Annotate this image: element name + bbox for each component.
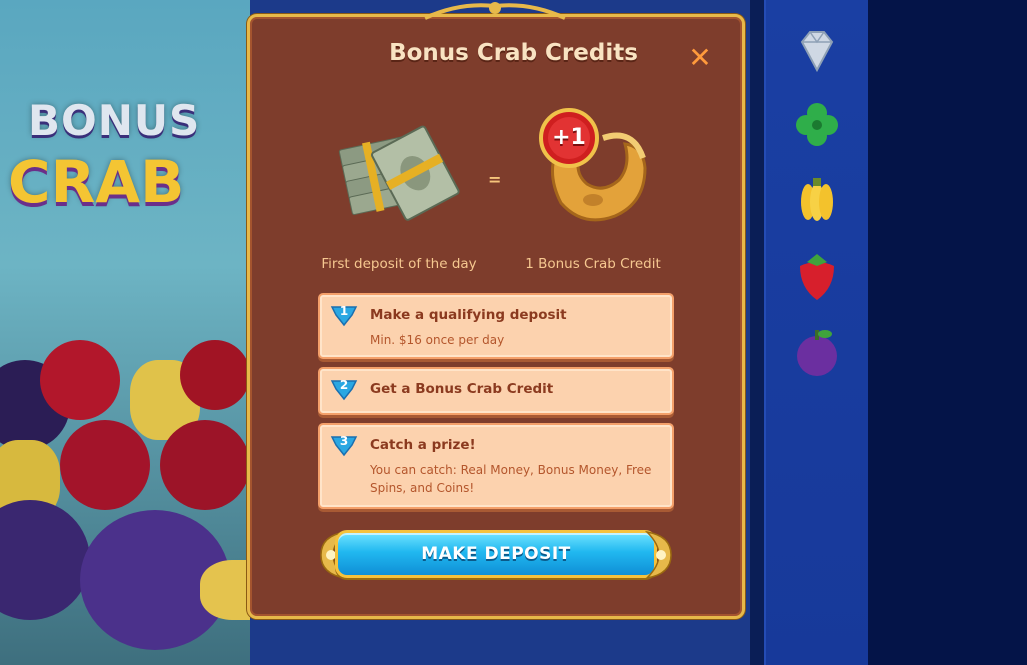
game-logo-bonus: BONUS	[28, 96, 201, 145]
close-icon[interactable]: ✕	[686, 44, 714, 72]
strawberry-icon	[792, 248, 842, 303]
plus-one-badge: +1	[552, 125, 586, 150]
banana-icon	[792, 172, 842, 227]
game-artwork: BONUS CRAB	[0, 0, 250, 665]
right-wing-ornament	[645, 530, 672, 580]
caption-bonus-credit: 1 Bonus Crab Credit	[525, 256, 661, 272]
step-title: Make a qualifying deposit	[370, 307, 567, 323]
step-number: 3	[339, 434, 349, 448]
background-panel	[868, 0, 1027, 665]
step-number: 2	[339, 378, 349, 392]
cash-stack-icon	[338, 125, 460, 221]
plum-icon	[792, 324, 842, 379]
caption-first-deposit: First deposit of the day	[321, 256, 477, 272]
step-title: Get a Bonus Crab Credit	[370, 381, 554, 397]
modal-title: Bonus Crab Credits	[389, 40, 638, 66]
gold-crest-ornament	[424, 2, 566, 20]
step-card-2: 2 Get a Bonus Crab Credit	[318, 367, 674, 415]
step-card-3: 3 Catch a prize! You can catch: Real Mon…	[318, 423, 674, 509]
make-deposit-wrapper: MAKE DEPOSIT	[317, 526, 675, 584]
step-subtitle: Min. $16 once per day	[370, 333, 505, 347]
step-card-1: 1 Make a qualifying deposit Min. $16 onc…	[318, 293, 674, 359]
make-deposit-button[interactable]: MAKE DEPOSIT	[335, 530, 657, 578]
game-logo-crab: CRAB	[8, 148, 185, 216]
equals-sign: =	[488, 170, 502, 189]
reel-divider	[750, 0, 764, 665]
clover-icon	[792, 98, 842, 153]
step-title: Catch a prize!	[370, 437, 476, 453]
step-number: 1	[339, 304, 349, 318]
step-subtitle: You can catch: Real Money, Bonus Money, …	[370, 463, 652, 495]
